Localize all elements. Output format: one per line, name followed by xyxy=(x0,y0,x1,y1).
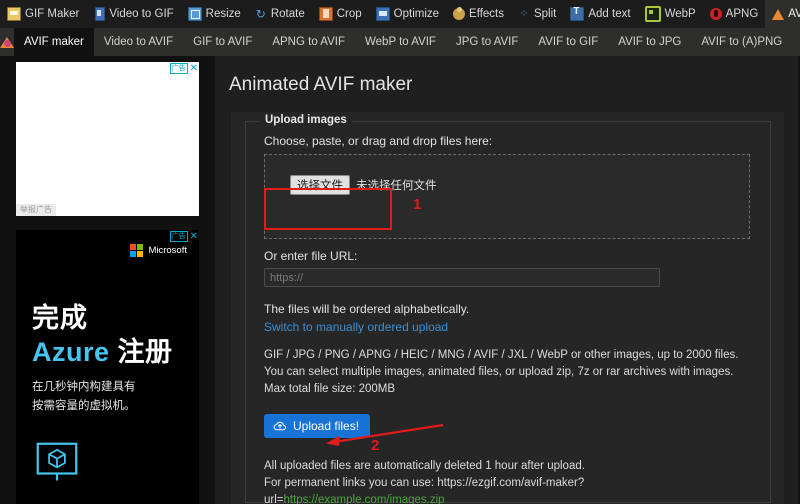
top-advertisement[interactable]: 广告 ✕ 举报广告 xyxy=(16,62,199,216)
page-title: Animated AVIF maker xyxy=(229,74,413,95)
upload-card: Upload images Choose, paste, or drag and… xyxy=(231,112,784,504)
subnav-item-video-to-avif[interactable]: Video to AVIF xyxy=(94,28,183,56)
ad-label: 广告 xyxy=(169,231,188,242)
max-size-note: Max total file size: 200MB xyxy=(264,383,396,395)
nav-item-crop[interactable]: Crop xyxy=(312,0,369,28)
webp-icon xyxy=(644,6,661,22)
subnav-item-avif-maker[interactable]: AVIF maker xyxy=(14,28,94,56)
nav-item-gif-maker[interactable]: GIF Maker xyxy=(0,0,86,28)
choose-files-label: Choose, paste, or drag and drop files he… xyxy=(264,134,493,148)
close-icon[interactable]: ✕ xyxy=(190,64,198,74)
secondary-navigation: AVIF maker Video to AVIF GIF to AVIF APN… xyxy=(0,28,800,57)
primary-navigation: GIF Maker Video to GIF Resize ↻ Rotate C… xyxy=(0,0,800,29)
effects-icon xyxy=(453,7,466,20)
close-icon[interactable]: ✕ xyxy=(190,232,198,242)
nav-item-split[interactable]: ⁘ Split xyxy=(511,0,563,28)
file-input[interactable]: 选择文件 未选择任何文件 xyxy=(290,175,437,195)
subnav-item-avif-to-apng[interactable]: AVIF to (A)PNG xyxy=(691,28,792,56)
file-url-input[interactable] xyxy=(264,268,660,287)
file-selection-status: 未选择任何文件 xyxy=(356,180,437,192)
upload-legend: Upload images xyxy=(260,114,352,126)
subnav-item-gif-to-avif[interactable]: GIF to AVIF xyxy=(183,28,262,56)
subnav-item-avif-to-jpg[interactable]: AVIF to JPG xyxy=(608,28,691,56)
nav-label: GIF Maker xyxy=(25,8,80,20)
nav-label: Rotate xyxy=(270,8,305,20)
ezgif-logo-icon[interactable] xyxy=(0,28,14,56)
nav-label: APNG xyxy=(725,8,759,20)
avif-icon xyxy=(772,8,785,20)
ad-headline-suffix: 注册 xyxy=(109,337,173,367)
nav-item-apng[interactable]: APNG xyxy=(703,0,766,28)
nav-label: Add text xyxy=(588,8,631,20)
nav-item-optimize[interactable]: Optimize xyxy=(369,0,446,28)
supported-formats-note: GIF / JPG / PNG / APNG / HEIC / MNG / AV… xyxy=(264,349,739,361)
nav-label: Split xyxy=(533,8,557,20)
cube-monitor-icon xyxy=(36,442,78,481)
nav-item-resize[interactable]: Resize xyxy=(181,0,248,28)
video-icon xyxy=(95,7,106,21)
subnav-item-avif-to-mp4[interactable]: AVIF to MP4 xyxy=(792,28,800,56)
add-text-icon xyxy=(570,6,585,21)
nav-label: Video to GIF xyxy=(109,8,174,20)
microsoft-squares-icon xyxy=(130,244,144,257)
nav-item-add-text[interactable]: Add text xyxy=(563,0,637,28)
nav-label: Optimize xyxy=(393,8,440,20)
choose-file-button[interactable]: 选择文件 xyxy=(290,175,350,195)
main-content: Animated AVIF maker Upload images Choose… xyxy=(215,56,800,504)
app-root: GIF Maker Video to GIF Resize ↻ Rotate C… xyxy=(0,0,800,504)
ad-choices-badge[interactable]: 广告 ✕ xyxy=(169,231,198,242)
apng-icon xyxy=(709,8,722,20)
report-ad-link[interactable]: 举报广告 xyxy=(16,204,56,216)
ordering-note: The files will be ordered alphabetically… xyxy=(264,302,470,316)
resize-icon xyxy=(187,7,202,21)
brand-name: Microsoft xyxy=(148,245,187,256)
advertisement-sidebar: 广告 ✕ 举报广告 广告 ✕ Microsoft 完成 Azure 注册 在几秒… xyxy=(0,56,215,504)
file-drop-zone[interactable]: 选择文件 未选择任何文件 xyxy=(264,154,750,239)
microsoft-logo: Microsoft xyxy=(130,244,187,257)
nav-item-video-to-gif[interactable]: Video to GIF xyxy=(86,0,180,28)
nav-label: Crop xyxy=(336,8,362,20)
switch-ordering-link[interactable]: Switch to manually ordered upload xyxy=(264,320,448,334)
nav-item-effects[interactable]: Effects xyxy=(446,0,511,28)
split-icon: ⁘ xyxy=(519,8,529,20)
multiple-files-note: You can select multiple images, animated… xyxy=(264,366,734,378)
upload-fieldset: Upload images Choose, paste, or drag and… xyxy=(245,114,771,504)
subnav-item-jpg-to-avif[interactable]: JPG to AVIF xyxy=(446,28,528,56)
nav-item-webp[interactable]: WebP xyxy=(638,0,703,28)
ad-subtext: 在几秒钟内构建具有 按需容量的虚拟机。 xyxy=(32,378,136,416)
nav-label: WebP xyxy=(664,8,696,20)
ad-label: 广告 xyxy=(169,63,188,74)
ad-subtext-line1: 在几秒钟内构建具有 xyxy=(32,381,136,393)
ad-subtext-line2: 按需容量的虚拟机。 xyxy=(32,400,136,412)
gif-maker-icon xyxy=(7,7,21,21)
cloud-upload-icon xyxy=(273,421,286,431)
upload-files-button[interactable]: Upload files! xyxy=(264,414,371,438)
subnav-item-webp-to-avif[interactable]: WebP to AVIF xyxy=(355,28,446,56)
file-url-label: Or enter file URL: xyxy=(264,249,358,263)
nav-item-rotate[interactable]: ↻ Rotate xyxy=(248,0,312,28)
nav-label: Resize xyxy=(205,8,241,20)
ad-choices-badge[interactable]: 广告 ✕ xyxy=(169,63,198,74)
optimize-icon xyxy=(375,7,390,21)
nav-label: Effects xyxy=(469,8,504,20)
subnav-item-apng-to-avif[interactable]: APNG to AVIF xyxy=(262,28,355,56)
auto-delete-note: All uploaded files are automatically del… xyxy=(264,460,585,472)
rotate-icon: ↻ xyxy=(255,7,266,21)
ad-headline-brand: Azure xyxy=(32,337,110,367)
permanent-link-note: For permanent links you can use: https:/… xyxy=(264,475,764,504)
nav-label: AVIF xyxy=(788,8,800,20)
nav-item-avif[interactable]: AVIF xyxy=(765,0,800,28)
permalink-example: https://example.com/images.zip xyxy=(283,494,445,504)
azure-advertisement[interactable]: 广告 ✕ Microsoft 完成 Azure 注册 在几秒钟内构建具有 按需容… xyxy=(16,230,199,504)
ad-headline-line2: Azure 注册 xyxy=(32,330,173,369)
upload-button-label: Upload files! xyxy=(293,419,360,433)
subnav-item-avif-to-gif[interactable]: AVIF to GIF xyxy=(528,28,608,56)
crop-icon xyxy=(318,7,333,21)
